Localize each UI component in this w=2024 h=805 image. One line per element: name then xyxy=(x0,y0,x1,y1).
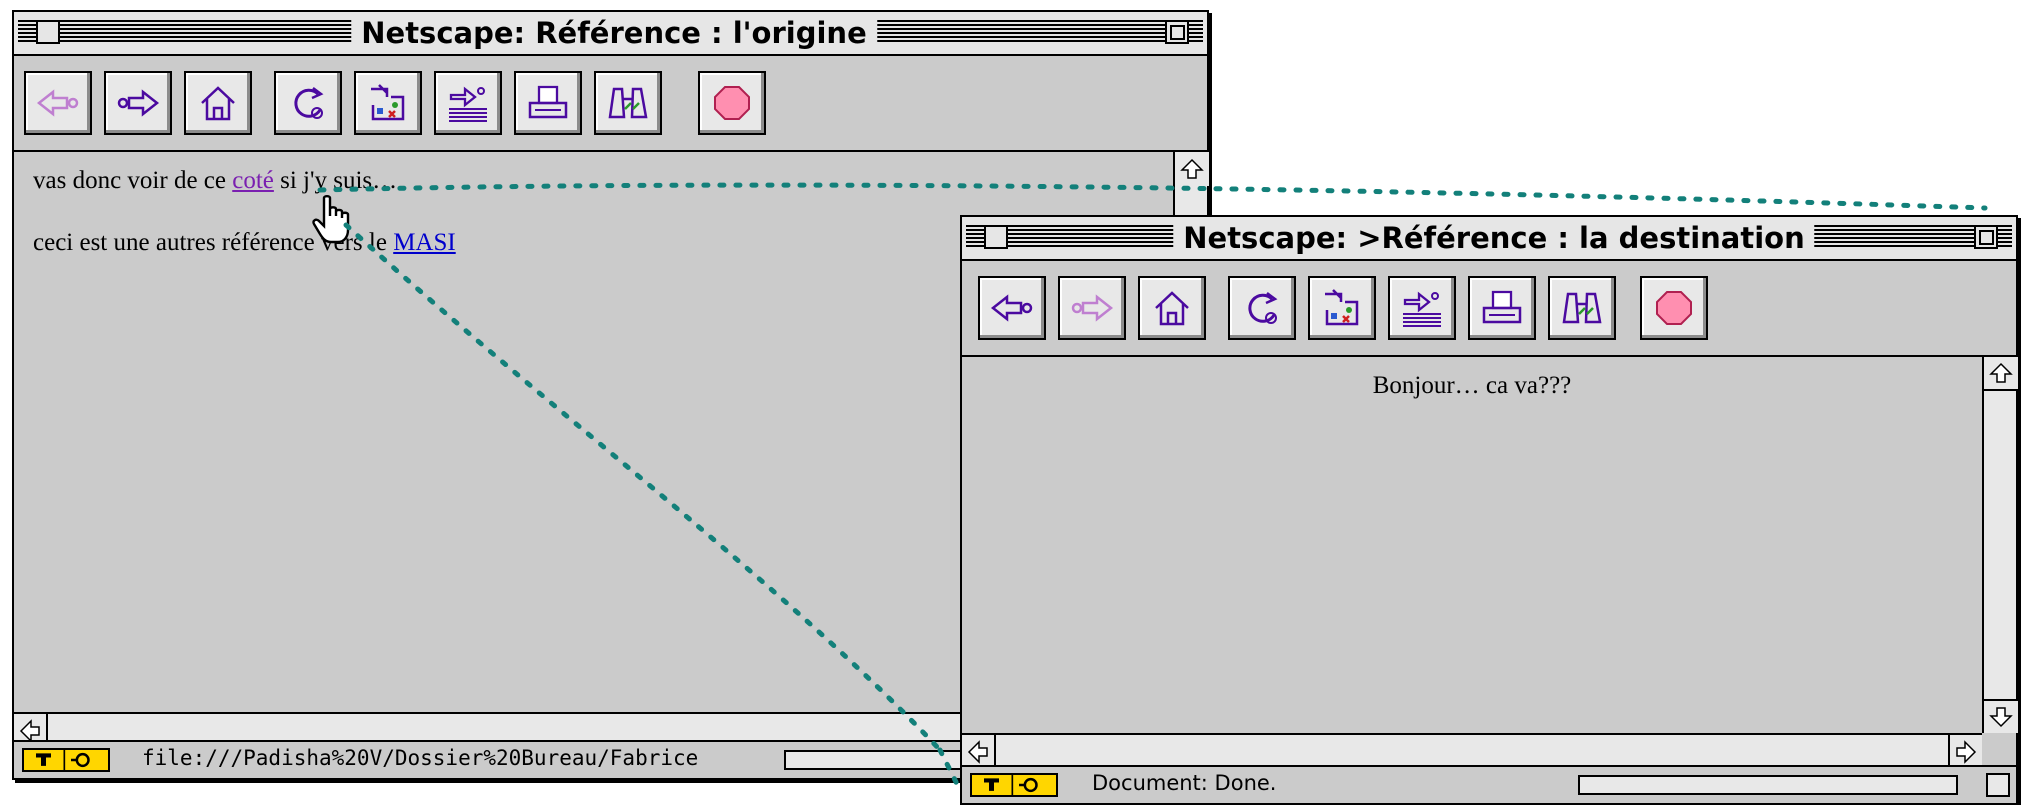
window-title: Netscape: >Référence : la destination xyxy=(1173,217,1815,259)
arrow-right-icon xyxy=(1956,740,1977,764)
line1-text-before: vas donc voir de ce xyxy=(33,167,233,194)
stop-icon xyxy=(714,86,750,120)
zoom-box[interactable] xyxy=(1974,225,1998,249)
line1-text-after: si j'y suis… xyxy=(273,167,398,194)
back-icon xyxy=(36,89,79,117)
back-button[interactable] xyxy=(24,71,92,135)
close-box[interactable] xyxy=(984,225,1008,249)
arrow-left-icon xyxy=(967,740,988,764)
vertical-scrollbar[interactable] xyxy=(1982,357,2018,733)
paragraph-line-2: ceci est une autres référence vers le MA… xyxy=(33,229,456,257)
images-icon xyxy=(1325,289,1359,326)
progress-bar xyxy=(784,750,974,770)
home-icon xyxy=(201,86,235,121)
stop-icon xyxy=(1656,291,1692,325)
security-key-icon[interactable] xyxy=(970,773,1058,797)
title-bar[interactable]: Netscape: >Référence : la destination xyxy=(962,217,2016,261)
open-icon xyxy=(1403,291,1441,327)
find-icon xyxy=(1562,292,1602,324)
arrow-up-icon xyxy=(1989,362,2013,383)
forward-icon xyxy=(1071,294,1114,322)
paragraph-line-1: vas donc voir de ce coté si j'y suis… xyxy=(33,167,397,195)
page-content: Bonjour… ca va??? xyxy=(962,357,1982,733)
destination-browser-window: Netscape: >Référence : la destination Bo… xyxy=(960,215,2018,805)
window-title: Netscape: Référence : l'origine xyxy=(351,12,877,54)
back-button[interactable] xyxy=(978,276,1046,340)
print-icon xyxy=(528,85,568,119)
home-button[interactable] xyxy=(184,71,252,135)
forward-icon xyxy=(117,89,160,117)
greeting-text: Bonjour… ca va??? xyxy=(1372,372,1572,399)
zoom-box[interactable] xyxy=(1165,20,1189,44)
close-box[interactable] xyxy=(36,20,60,44)
reload-button[interactable] xyxy=(274,71,342,135)
status-text: Document: Done. xyxy=(1092,771,1277,795)
reload-button[interactable] xyxy=(1228,276,1296,340)
scroll-up-arrow[interactable] xyxy=(1984,357,2018,391)
home-icon xyxy=(1155,291,1189,326)
stop-button[interactable] xyxy=(1640,276,1708,340)
open-button[interactable] xyxy=(1388,276,1456,340)
title-bar[interactable]: Netscape: Référence : l'origine xyxy=(14,12,1207,56)
status-bar: Document: Done. xyxy=(962,765,2016,803)
resize-grip-icon[interactable] xyxy=(1986,773,2010,797)
progress-bar xyxy=(1578,775,1958,795)
stop-button[interactable] xyxy=(698,71,766,135)
security-key-icon[interactable] xyxy=(22,748,110,772)
images-icon xyxy=(371,84,405,121)
hand-pointer-icon xyxy=(312,195,350,244)
find-button[interactable] xyxy=(594,71,662,135)
horizontal-scrollbar[interactable] xyxy=(962,733,1982,769)
back-icon xyxy=(990,294,1033,322)
status-text: file:///Padisha%20V/Dossier%20Bureau/Fab… xyxy=(142,746,699,770)
navigation-toolbar xyxy=(962,261,2016,357)
scroll-left-arrow[interactable] xyxy=(962,735,996,769)
print-button[interactable] xyxy=(1468,276,1536,340)
forward-button[interactable] xyxy=(104,71,172,135)
find-button[interactable] xyxy=(1548,276,1616,340)
navigation-toolbar xyxy=(14,56,1207,152)
scroll-down-arrow[interactable] xyxy=(1984,699,2018,733)
scroll-right-arrow[interactable] xyxy=(1948,735,1982,769)
masi-link[interactable]: MASI xyxy=(393,229,456,256)
print-button[interactable] xyxy=(514,71,582,135)
images-button[interactable] xyxy=(354,71,422,135)
reload-icon xyxy=(1248,292,1278,324)
reload-icon xyxy=(294,87,324,119)
find-icon xyxy=(608,87,648,119)
images-button[interactable] xyxy=(1308,276,1376,340)
forward-button[interactable] xyxy=(1058,276,1126,340)
arrow-up-icon xyxy=(1180,158,1204,179)
print-icon xyxy=(1482,290,1522,324)
scroll-up-arrow[interactable] xyxy=(1175,152,1209,186)
arrow-down-icon xyxy=(1989,707,2013,728)
open-button[interactable] xyxy=(434,71,502,135)
open-icon xyxy=(449,86,487,122)
home-button[interactable] xyxy=(1138,276,1206,340)
cote-link[interactable]: coté xyxy=(232,167,274,194)
